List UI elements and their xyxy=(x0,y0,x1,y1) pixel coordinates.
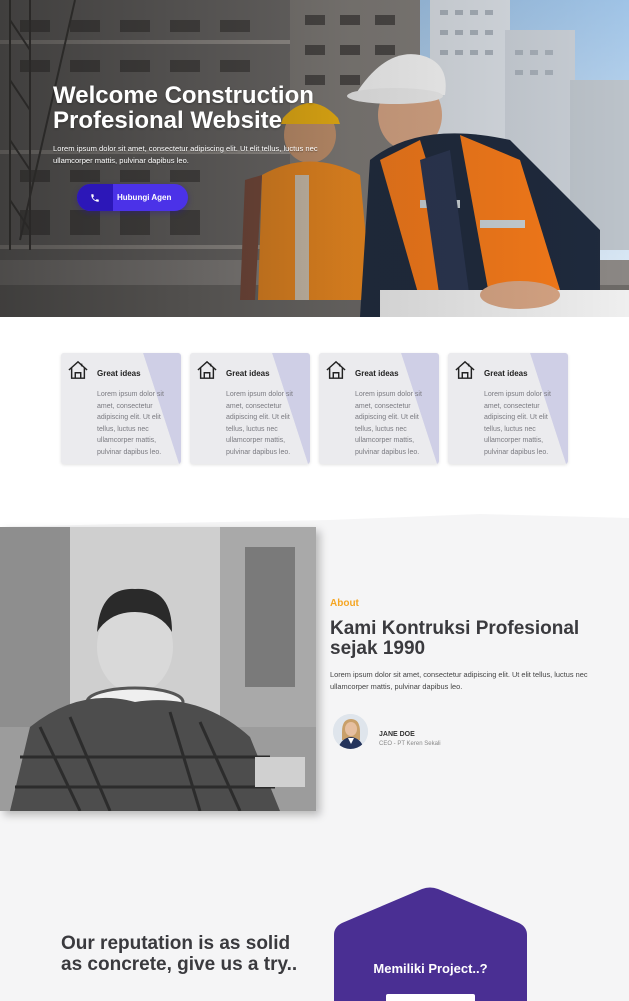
house-icon xyxy=(455,360,475,379)
about-photo xyxy=(0,527,316,811)
feature-card: Great ideas Lorem ipsum dolor sit amet, … xyxy=(61,353,181,464)
project-cta-button[interactable] xyxy=(386,994,475,1001)
feature-text: Lorem ipsum dolor sit amet, consectetur … xyxy=(355,391,422,456)
contact-agent-button[interactable]: Hubungi Agen xyxy=(77,184,188,211)
hero-title-line-2: Profesional Website xyxy=(53,107,282,134)
phone-icon xyxy=(77,184,113,211)
about-kicker: About xyxy=(330,598,359,609)
about-description: Lorem ipsum dolor sit amet, consectetur … xyxy=(330,670,588,691)
feature-title: Great ideas xyxy=(484,369,528,378)
feature-card: Great ideas Lorem ipsum dolor sit amet, … xyxy=(319,353,439,464)
feature-title: Great ideas xyxy=(97,369,141,378)
feature-card: Great ideas Lorem ipsum dolor sit amet, … xyxy=(448,353,568,464)
house-icon xyxy=(197,360,217,379)
hero-section: Welcome Construction Profesional Website… xyxy=(0,0,629,317)
feature-title: Great ideas xyxy=(355,369,399,378)
reputation-title: Our reputation is as solid as concrete, … xyxy=(61,933,298,975)
house-icon xyxy=(68,360,88,379)
avatar xyxy=(333,714,368,749)
hero-subtitle: Lorem ipsum dolor sit amet, consectetur … xyxy=(53,144,318,165)
feature-title: Great ideas xyxy=(226,369,270,378)
contact-agent-label: Hubungi Agen xyxy=(117,193,172,202)
feature-text: Lorem ipsum dolor sit amet, consectetur … xyxy=(484,391,551,456)
project-cta-card xyxy=(334,887,527,1001)
feature-text: Lorem ipsum dolor sit amet, consectetur … xyxy=(226,391,293,456)
person-name: JANE DOE xyxy=(379,731,415,738)
hero-title: Welcome Construction Profesional Website xyxy=(53,83,353,133)
house-icon xyxy=(326,360,346,379)
feature-text: Lorem ipsum dolor sit amet, consectetur … xyxy=(97,391,164,456)
hero-title-line-1: Welcome Construction xyxy=(53,82,314,109)
feature-card: Great ideas Lorem ipsum dolor sit amet, … xyxy=(190,353,310,464)
person-role: CEO - PT Keren Sekali xyxy=(379,741,441,747)
about-title: Kami Kontruksi Profesional sejak 1990 xyxy=(330,618,580,659)
project-cta-title: Memiliki Project..? xyxy=(373,961,488,976)
